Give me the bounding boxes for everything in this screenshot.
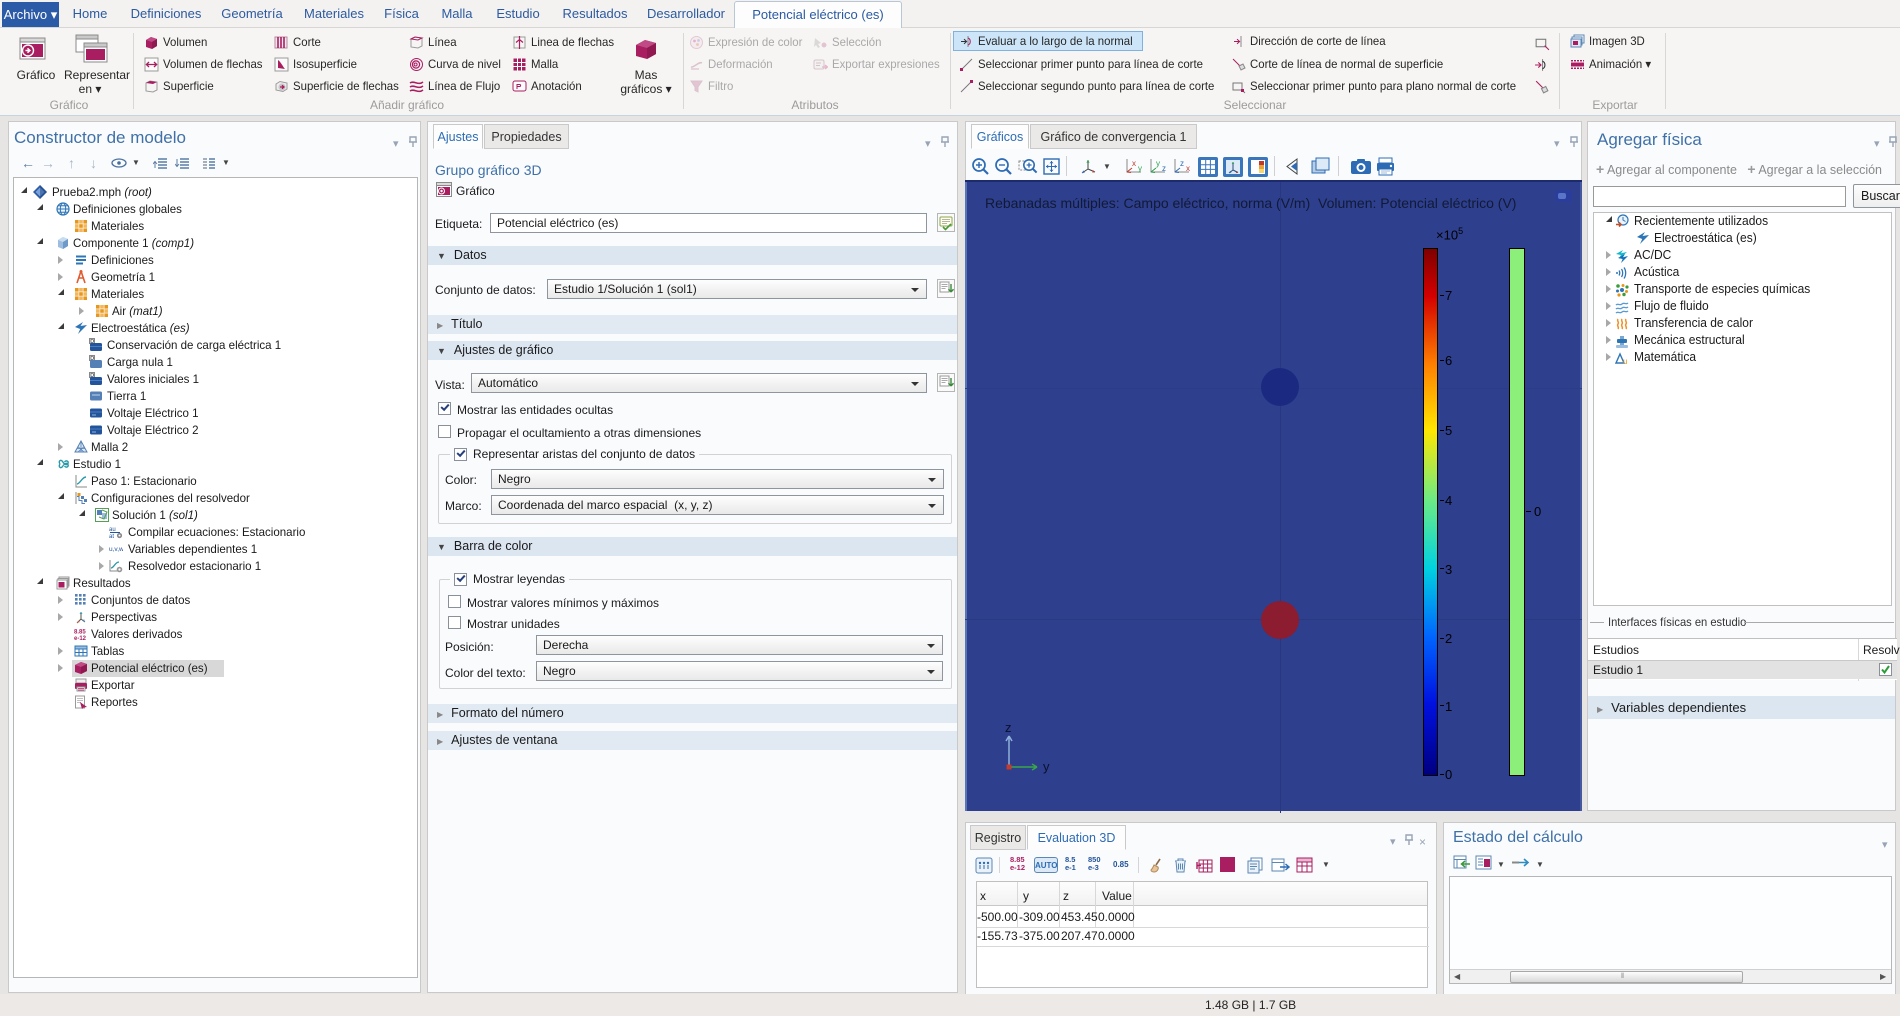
svg-text:y: y [1138, 164, 1142, 173]
svg-text:z: z [1005, 722, 1012, 735]
svg-text:at: at [109, 534, 114, 539]
svg-text:x: x [1186, 164, 1190, 173]
svg-text:e-12: e-12 [74, 636, 87, 641]
svg-text:8.85: 8.85 [74, 630, 86, 636]
svg-text:y: y [1043, 759, 1050, 774]
svg-text:u,v,w: u,v,w [109, 546, 123, 553]
svg-text:z: z [1180, 159, 1184, 168]
svg-text:u: u [1623, 357, 1627, 366]
svg-text:x: x [1132, 159, 1136, 168]
svg-text:y: y [1156, 159, 1160, 168]
svg-text:z: z [1162, 164, 1166, 173]
